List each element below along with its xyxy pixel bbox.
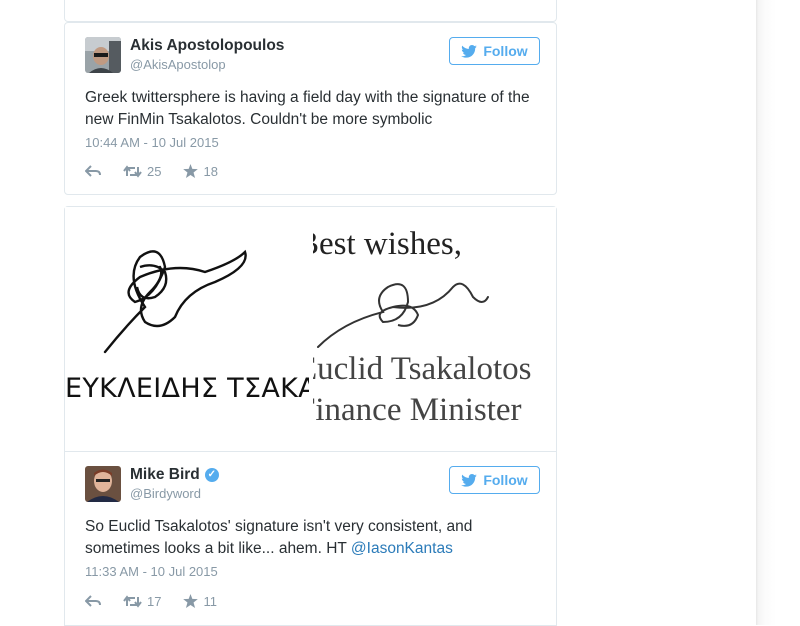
reply-button[interactable]	[85, 165, 101, 177]
follow-label: Follow	[483, 472, 528, 488]
favorite-button[interactable]: 11	[183, 594, 217, 609]
retweet-count: 17	[147, 593, 162, 609]
retweet-icon	[123, 594, 142, 608]
letter-title: Finance Minister	[313, 392, 522, 428]
page-right-edge	[756, 0, 800, 625]
tweet-header: Akis Apostolopoulos @AkisApostolop Follo…	[85, 36, 540, 76]
tweet-timestamp[interactable]: 11:33 AM - 10 Jul 2015	[85, 564, 218, 579]
twitter-bird-icon	[461, 44, 478, 58]
tweet-photo[interactable]: ΕΥΚΛΕΙΔΗΣ ΤΣΑΚΑΛΩΤΟΣ Best wishes, Euclid…	[65, 207, 556, 452]
letter-closing: Best wishes,	[313, 226, 462, 262]
star-icon	[183, 164, 199, 178]
retweet-button[interactable]: 17	[123, 594, 161, 609]
twitter-bird-icon	[461, 473, 478, 487]
author-handle[interactable]: @AkisApostolop	[130, 57, 226, 72]
reply-icon	[85, 595, 101, 607]
signature-drawing-right	[317, 282, 489, 348]
favorite-button[interactable]: 18	[183, 163, 218, 179]
letter-crop: Best wishes, Euclid Tsakalotos Finance M…	[313, 207, 556, 451]
reply-button[interactable]	[85, 595, 101, 607]
signature-drawing-left	[103, 249, 247, 354]
tweet-card: Akis Apostolopoulos @AkisApostolop Follo…	[64, 22, 557, 195]
star-icon	[183, 594, 199, 608]
photo-caption-greek: ΕΥΚΛΕΙΔΗΣ ΤΣΑΚΑΛΩΤΟΣ	[65, 373, 309, 404]
retweet-button[interactable]: 25	[123, 164, 161, 179]
mention-link[interactable]: @IasonKantas	[351, 540, 453, 557]
follow-label: Follow	[483, 43, 528, 59]
tweet-actions: 17 11	[85, 592, 239, 610]
tweet-card: ΕΥΚΛΕΙΔΗΣ ΤΣΑΚΑΛΩΤΟΣ Best wishes, Euclid…	[64, 206, 557, 626]
tweet-timestamp[interactable]: 10:44 AM - 10 Jul 2015	[85, 135, 219, 150]
favorite-count: 18	[203, 163, 218, 179]
avatar[interactable]	[85, 37, 121, 73]
author-name[interactable]: Mike Bird ✓	[130, 466, 219, 484]
tweet-text: Greek twittersphere is having a field da…	[85, 89, 530, 128]
author-name-text: Mike Bird	[130, 466, 200, 483]
verified-badge-icon: ✓	[204, 468, 219, 482]
previous-tweet-card	[64, 0, 557, 22]
follow-button[interactable]: Follow	[449, 466, 540, 494]
author-handle[interactable]: @Birdyword	[130, 486, 201, 501]
avatar[interactable]	[85, 466, 121, 502]
tweet-actions: 25 18	[85, 162, 240, 180]
author-name[interactable]: Akis Apostolopoulos	[130, 37, 284, 55]
letter-name: Euclid Tsakalotos	[313, 351, 532, 387]
reply-icon	[85, 165, 101, 177]
follow-button[interactable]: Follow	[449, 37, 540, 65]
retweet-count: 25	[147, 163, 162, 179]
favorite-count: 11	[203, 593, 217, 609]
tweet-text: So Euclid Tsakalotos' signature isn't ve…	[85, 516, 540, 560]
tweet-header: Mike Bird ✓ @Birdyword Follow	[85, 465, 540, 505]
retweet-icon	[123, 164, 142, 178]
